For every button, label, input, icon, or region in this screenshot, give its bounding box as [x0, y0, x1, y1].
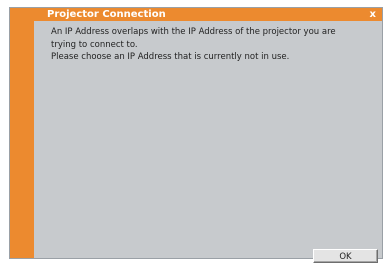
message-line-2: trying to connect to.	[51, 39, 138, 50]
projector-connection-dialog: Projector Connection x An IP Address ove…	[9, 7, 383, 263]
title-bar: Projector Connection x	[10, 8, 382, 21]
message-text: An IP Address overlaps with the IP Addre…	[51, 26, 371, 64]
message-line-3: Please choose an IP Address that is curr…	[51, 52, 290, 62]
message-line-1: An IP Address overlaps with the IP Addre…	[51, 27, 336, 37]
accent-side-band	[10, 21, 34, 258]
dialog-title: Projector Connection	[47, 9, 166, 20]
ok-button[interactable]: OK	[313, 249, 378, 263]
close-button[interactable]: x	[370, 8, 376, 21]
